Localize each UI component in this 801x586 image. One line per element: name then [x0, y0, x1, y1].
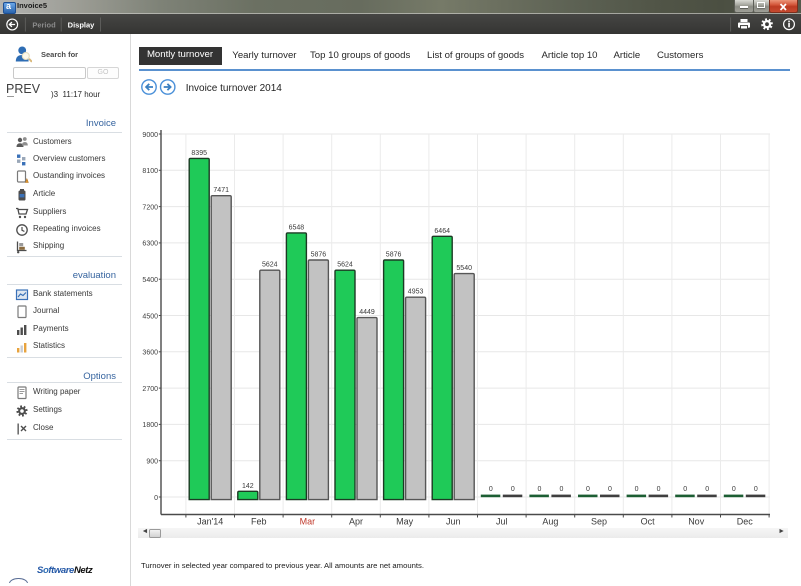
- svg-text:0: 0: [489, 486, 493, 493]
- svg-text:Dec: Dec: [737, 517, 754, 527]
- svg-text:5400: 5400: [142, 277, 158, 284]
- svg-text:0: 0: [754, 486, 758, 493]
- svg-text:2700: 2700: [142, 386, 158, 393]
- svg-text:Feb: Feb: [251, 517, 267, 527]
- svg-text:9000: 9000: [142, 132, 158, 139]
- svg-text:142: 142: [242, 483, 254, 490]
- svg-text:5876: 5876: [386, 252, 402, 259]
- svg-text:4953: 4953: [408, 289, 424, 296]
- svg-text:3600: 3600: [142, 350, 158, 357]
- svg-text:0: 0: [635, 486, 639, 493]
- svg-text:8395: 8395: [191, 150, 207, 157]
- svg-text:5876: 5876: [311, 252, 327, 259]
- svg-text:900: 900: [146, 459, 158, 466]
- svg-text:8100: 8100: [142, 168, 158, 175]
- svg-text:4449: 4449: [359, 309, 375, 316]
- svg-text:0: 0: [559, 486, 563, 493]
- svg-text:Oct: Oct: [641, 517, 656, 527]
- svg-text:6300: 6300: [142, 241, 158, 248]
- svg-text:0: 0: [537, 486, 541, 493]
- svg-text:7471: 7471: [213, 187, 229, 194]
- svg-text:Apr: Apr: [349, 517, 363, 527]
- svg-text:0: 0: [732, 486, 736, 493]
- svg-text:Mar: Mar: [300, 517, 316, 527]
- svg-text:5624: 5624: [262, 262, 278, 269]
- svg-text:0: 0: [608, 486, 612, 493]
- svg-text:Jan'14: Jan'14: [197, 517, 223, 527]
- svg-text:1800: 1800: [142, 422, 158, 429]
- svg-text:Sep: Sep: [591, 517, 607, 527]
- svg-text:7200: 7200: [142, 204, 158, 211]
- svg-text:6464: 6464: [434, 228, 450, 235]
- svg-text:5624: 5624: [337, 262, 353, 269]
- svg-text:Display: Display: [68, 21, 96, 30]
- svg-text:4500: 4500: [142, 313, 158, 320]
- svg-text:0: 0: [705, 486, 709, 493]
- svg-text:Period: Period: [32, 21, 56, 30]
- svg-text:0: 0: [154, 495, 158, 502]
- svg-text:May: May: [396, 517, 414, 527]
- svg-text:5540: 5540: [456, 265, 472, 272]
- svg-text:Nov: Nov: [688, 517, 705, 527]
- svg-text:0: 0: [683, 486, 687, 493]
- svg-text:Aug: Aug: [542, 517, 558, 527]
- svg-text:Jun: Jun: [446, 517, 461, 527]
- svg-text:Jul: Jul: [496, 517, 508, 527]
- svg-text:6548: 6548: [289, 224, 305, 231]
- svg-text:0: 0: [586, 486, 590, 493]
- svg-text:0: 0: [511, 486, 515, 493]
- svg-text:0: 0: [657, 486, 661, 493]
